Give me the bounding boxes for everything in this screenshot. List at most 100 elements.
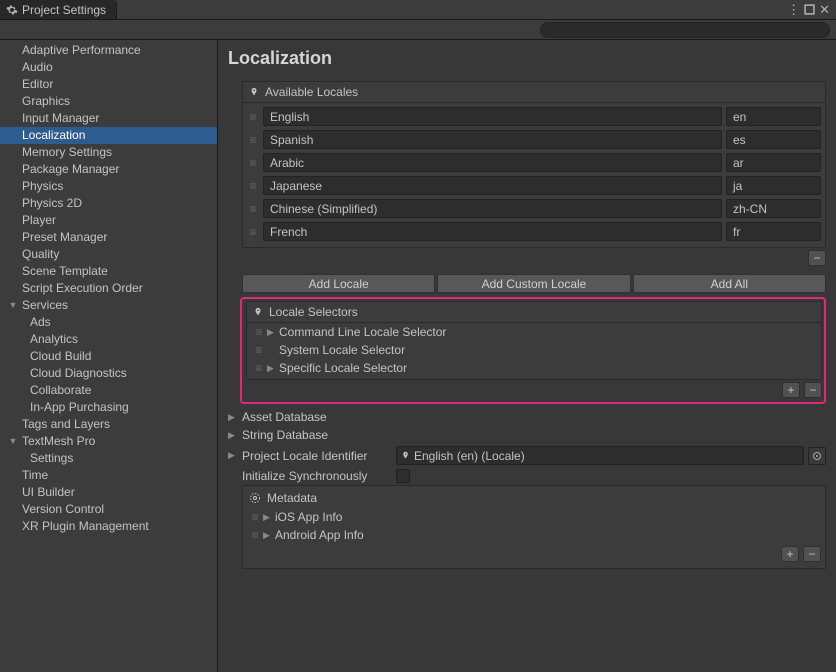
sidebar-item[interactable]: Graphics: [0, 93, 217, 110]
drag-handle-icon[interactable]: ≡: [247, 179, 259, 193]
add-selector-button[interactable]: +: [782, 382, 800, 398]
drag-handle-icon[interactable]: ≡: [249, 510, 261, 524]
add-locale-button[interactable]: Add Locale: [242, 274, 435, 293]
sidebar-item[interactable]: Adaptive Performance: [0, 42, 217, 59]
foldout-icon[interactable]: ▶: [263, 530, 273, 541]
metadata-label: iOS App Info: [275, 510, 342, 524]
foldout-icon[interactable]: ▶: [263, 512, 273, 523]
content-pane: Localization Available Locales ≡Englishe…: [218, 40, 836, 672]
foldout-icon[interactable]: ▶: [267, 327, 277, 338]
locale-row: ≡ Arabicar: [247, 151, 821, 174]
locale-name-field[interactable]: Spanish: [263, 130, 722, 149]
locale-code-field[interactable]: es: [726, 130, 821, 149]
sidebar-item[interactable]: Package Manager: [0, 161, 217, 178]
sidebar-item-label: Scene Template: [22, 264, 108, 278]
sidebar-item-label: Time: [22, 468, 48, 482]
sidebar-item[interactable]: Quality: [0, 246, 217, 263]
locale-name-field[interactable]: English: [263, 107, 722, 126]
sidebar-item-label: Tags and Layers: [22, 417, 110, 431]
object-picker-button[interactable]: [808, 447, 826, 465]
sidebar-item[interactable]: Audio: [0, 59, 217, 76]
drag-handle-icon[interactable]: ≡: [247, 133, 259, 147]
drag-handle-icon[interactable]: ≡: [247, 225, 259, 239]
sidebar-item-label: Settings: [30, 451, 73, 465]
drag-handle-icon[interactable]: ≡: [247, 202, 259, 216]
sidebar-item-label: Memory Settings: [22, 145, 112, 159]
sidebar-item[interactable]: In-App Purchasing: [0, 399, 217, 416]
menu-icon[interactable]: ⋮: [787, 2, 800, 18]
drag-handle-icon[interactable]: ≡: [249, 528, 261, 542]
locale-name-field[interactable]: Japanese: [263, 176, 722, 195]
sidebar-item[interactable]: Version Control: [0, 501, 217, 518]
sidebar-item[interactable]: ▼Services: [0, 297, 217, 314]
asset-database-label: Asset Database: [242, 410, 392, 424]
remove-selector-button[interactable]: −: [804, 382, 822, 398]
chevron-down-icon[interactable]: ▼: [8, 298, 18, 313]
init-sync-checkbox[interactable]: [396, 469, 410, 483]
project-locale-value: English (en) (Locale): [414, 449, 525, 463]
sidebar-item[interactable]: Script Execution Order: [0, 280, 217, 297]
add-custom-locale-button[interactable]: Add Custom Locale: [437, 274, 630, 293]
foldout-icon[interactable]: ▶: [228, 430, 238, 441]
foldout-icon[interactable]: ▶: [267, 363, 277, 374]
sidebar-item[interactable]: Ads: [0, 314, 217, 331]
sidebar-item[interactable]: ▼TextMesh Pro: [0, 433, 217, 450]
locale-code-field[interactable]: ar: [726, 153, 821, 172]
maximize-icon[interactable]: [804, 4, 815, 15]
locale-code-field[interactable]: en: [726, 107, 821, 126]
drag-handle-icon[interactable]: ≡: [247, 110, 259, 124]
locale-code-field[interactable]: ja: [726, 176, 821, 195]
locale-name-field[interactable]: French: [263, 222, 722, 241]
sidebar-item[interactable]: Tags and Layers: [0, 416, 217, 433]
sidebar-item[interactable]: Cloud Build: [0, 348, 217, 365]
sidebar-item[interactable]: Player: [0, 212, 217, 229]
sidebar-item[interactable]: Preset Manager: [0, 229, 217, 246]
sidebar-item[interactable]: Settings: [0, 450, 217, 467]
sidebar-item[interactable]: Localization: [0, 127, 217, 144]
sidebar-item[interactable]: Scene Template: [0, 263, 217, 280]
window-tab[interactable]: Project Settings: [0, 0, 117, 19]
sidebar-item[interactable]: XR Plugin Management: [0, 518, 217, 535]
drag-handle-icon[interactable]: ≡: [247, 156, 259, 170]
selectors-list: ≡▶Command Line Locale Selector≡▶System L…: [246, 323, 822, 380]
sidebar-item[interactable]: Editor: [0, 76, 217, 93]
remove-locale-button[interactable]: −: [808, 250, 826, 266]
locale-name-field[interactable]: Arabic: [263, 153, 722, 172]
sidebar-item[interactable]: UI Builder: [0, 484, 217, 501]
sidebar-item[interactable]: Physics: [0, 178, 217, 195]
chevron-down-icon[interactable]: ▼: [8, 434, 18, 449]
pin-icon: [401, 450, 410, 461]
sidebar-item-label: Audio: [22, 60, 53, 74]
sidebar-item[interactable]: Memory Settings: [0, 144, 217, 161]
locale-name-field[interactable]: Chinese (Simplified): [263, 199, 722, 218]
sidebar-item[interactable]: Cloud Diagnostics: [0, 365, 217, 382]
toolbar: [0, 20, 836, 40]
sidebar-item-label: XR Plugin Management: [22, 519, 149, 533]
close-icon[interactable]: ✕: [819, 2, 830, 18]
sidebar-item[interactable]: Physics 2D: [0, 195, 217, 212]
sidebar-item-label: Input Manager: [22, 111, 99, 125]
sidebar-item-label: Version Control: [22, 502, 104, 516]
drag-handle-icon[interactable]: ≡: [253, 361, 265, 375]
locale-row: ≡ Chinese (Simplified)zh-CN: [247, 197, 821, 220]
selector-row: ≡▶System Locale Selector: [251, 341, 817, 359]
foldout-icon[interactable]: ▶: [228, 450, 238, 461]
sidebar-item[interactable]: Collaborate: [0, 382, 217, 399]
add-metadata-button[interactable]: +: [781, 546, 799, 562]
locale-code-field[interactable]: zh-CN: [726, 199, 821, 218]
drag-handle-icon[interactable]: ≡: [253, 325, 265, 339]
sidebar-item[interactable]: Input Manager: [0, 110, 217, 127]
add-all-button[interactable]: Add All: [633, 274, 826, 293]
foldout-icon[interactable]: ▶: [228, 412, 238, 423]
sidebar-item-label: Physics 2D: [22, 196, 82, 210]
project-locale-field[interactable]: English (en) (Locale): [396, 446, 804, 465]
remove-metadata-button[interactable]: −: [803, 546, 821, 562]
window-title: Project Settings: [22, 3, 106, 17]
drag-handle-icon[interactable]: ≡: [253, 343, 265, 357]
locale-code-field[interactable]: fr: [726, 222, 821, 241]
available-locales-header: Available Locales: [242, 81, 826, 103]
sidebar-item[interactable]: Analytics: [0, 331, 217, 348]
sidebar-item[interactable]: Time: [0, 467, 217, 484]
search-input[interactable]: [540, 22, 830, 38]
sidebar-item-label: Package Manager: [22, 162, 119, 176]
